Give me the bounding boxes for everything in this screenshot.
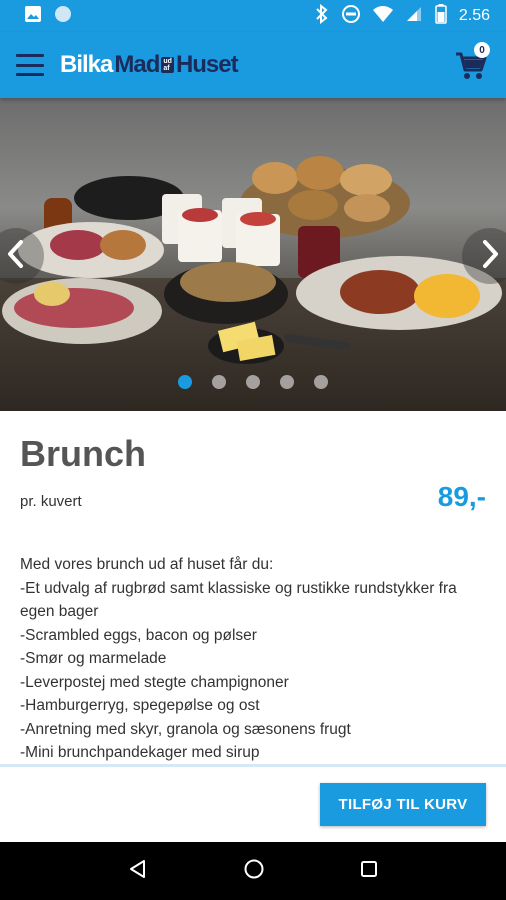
carousel-indicators [0, 375, 506, 389]
app-logo[interactable]: Bilka Mad ud af Huset [60, 51, 239, 79]
description-line: -Leverpostej med stegte champignoner [20, 673, 289, 691]
description-line: Med vores brunch ud af huset får du: [20, 556, 274, 573]
circle-notification-icon [54, 5, 72, 28]
battery-icon [435, 3, 447, 29]
logo-bilka: Bilka [60, 51, 113, 78]
back-icon[interactable] [128, 859, 148, 884]
logo-huset: Huset [175, 51, 239, 78]
bluetooth-icon [315, 3, 329, 29]
wifi-icon [372, 5, 393, 28]
shopping-cart-icon [454, 52, 488, 86]
logo-mad: Mad [114, 51, 160, 78]
carousel-dot[interactable] [212, 375, 226, 389]
recents-icon[interactable] [360, 860, 378, 883]
status-bar: 2.56 [0, 0, 506, 32]
logo-ud-af: ud af [161, 57, 174, 73]
product-details: Brunch pr. kuvert 89,- Med vores brunch … [0, 411, 506, 765]
description-line: -Scrambled eggs, bacon og pølser [20, 626, 257, 644]
description-line: -Hamburgerryg, spegepølse og ost [20, 697, 260, 714]
product-unit: pr. kuvert [20, 493, 82, 510]
product-description: Med vores brunch ud af huset får du: -Et… [20, 553, 486, 765]
carousel-dot[interactable] [178, 375, 192, 389]
description-line: -Anretning med skyr, granola og sæsonens… [20, 720, 351, 738]
product-image-carousel[interactable] [0, 98, 506, 411]
cart-count-badge: 0 [474, 42, 490, 58]
app-bar: Bilka Mad ud af Huset 0 [0, 32, 506, 98]
carousel-dot[interactable] [246, 375, 260, 389]
description-line: -Smør og marmelade [20, 650, 167, 667]
do-not-disturb-icon [341, 4, 361, 29]
cellular-icon [405, 5, 423, 28]
description-line: -Et udvalg af rugbrød samt klassiske og … [20, 579, 457, 621]
hamburger-menu-icon[interactable] [16, 54, 44, 76]
home-icon[interactable] [243, 858, 265, 885]
cart-button[interactable]: 0 [454, 42, 490, 82]
footer-bar: TILFØJ TIL KURV [0, 767, 506, 842]
carousel-dot[interactable] [314, 375, 328, 389]
system-navigation-bar [0, 842, 506, 900]
description-line: -Mini brunchpandekager med sirup [20, 744, 260, 761]
image-notification-icon [24, 5, 42, 28]
chevron-left-icon [5, 239, 27, 274]
product-title: Brunch [20, 433, 146, 474]
clock-time: 2.56 [458, 7, 490, 24]
add-to-cart-button[interactable]: TILFØJ TIL KURV [320, 783, 486, 826]
carousel-dot[interactable] [280, 375, 294, 389]
chevron-right-icon [479, 239, 501, 274]
product-price: 89,- [437, 481, 486, 512]
